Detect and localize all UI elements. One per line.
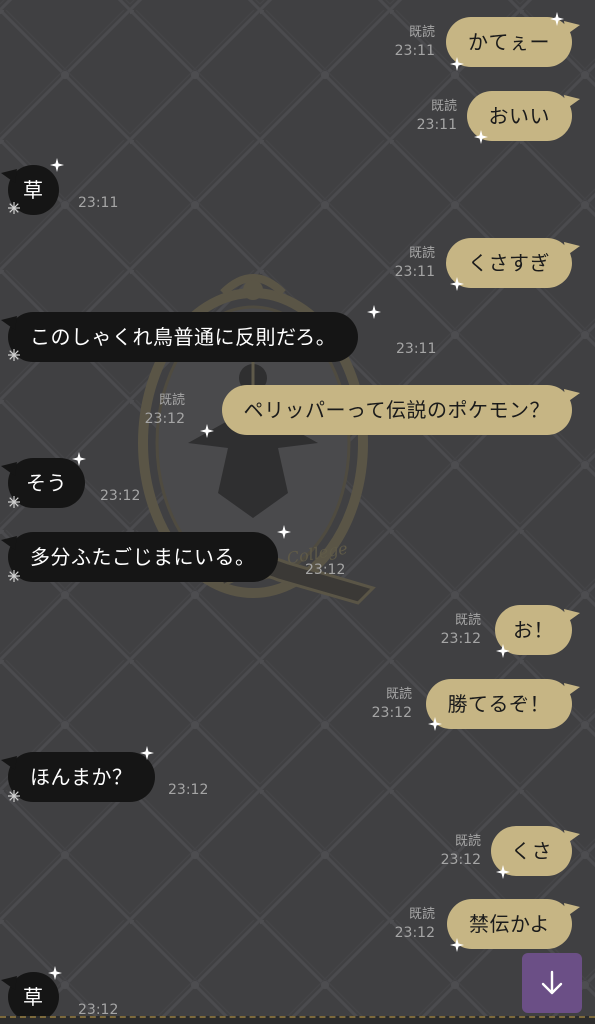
read-receipt: 既読 [454,613,481,628]
message-text: ペリッパーって伝説のポケモン？ [243,398,550,422]
sparkle-icon [450,938,464,952]
bubble-tail [564,830,580,844]
sparkle-icon [450,57,464,71]
bottom-decoration [0,1016,595,1024]
message-meta: 既読 23:12 [145,392,185,428]
bubble-tail [1,976,17,990]
message-text: くさすぎ [468,251,550,275]
snowflake-icon [8,202,20,214]
message-time: 23:12 [305,562,346,578]
sparkle-icon [50,158,64,172]
bubble-tail [564,21,580,35]
incoming-message[interactable]: このしゃくれ鳥普通に反則だろ。 [1,312,359,362]
message-time: 23:11 [394,264,435,280]
message-time: 23:11 [394,43,435,59]
sparkle-icon [450,277,464,291]
message-text: 草 [23,985,44,1009]
message-time: 23:11 [78,195,119,211]
message-time: 23:12 [371,705,412,721]
message-time: 23:12 [394,925,435,941]
message-text: 多分ふたごじまにいる。 [30,545,256,569]
read-receipt: 既読 [408,246,435,261]
sparkle-icon [277,525,291,539]
sparkle-icon [48,966,62,980]
message-text: ほんまか？ [30,765,133,789]
sparkle-icon [496,865,510,879]
message-meta: 既読 23:11 [395,24,435,60]
message-text: 草 [23,178,44,202]
read-receipt: 既読 [454,834,481,849]
message-text: おいい [488,104,550,128]
message-time: 23:12 [144,411,185,427]
message-time: 23:12 [100,488,141,504]
snowflake-icon [8,349,20,361]
message-time: 23:11 [416,117,457,133]
bubble-tail [564,389,580,403]
sparkle-icon [496,644,510,658]
bubble-tail [1,462,17,476]
sparkle-icon [140,746,154,760]
snowflake-icon [8,496,20,508]
outgoing-message[interactable]: ペリッパーって伝説のポケモン？ [221,385,580,435]
message-time: 23:12 [440,852,481,868]
message-time: 23:12 [440,631,481,647]
read-receipt: 既読 [430,99,457,114]
bubble-tail [564,903,580,917]
bubble-tail [564,683,580,697]
message-meta: 既読 23:11 [395,245,435,281]
sparkle-icon [72,452,86,466]
message-text: お！ [513,618,554,642]
message-meta: 既読 23:12 [441,833,481,869]
message-text: 勝てるぞ！ [447,692,550,716]
incoming-message[interactable]: 多分ふたごじまにいる。 [1,532,278,582]
bubble-tail [1,536,17,550]
bubble-tail [1,756,17,770]
outgoing-message[interactable]: 禁伝かよ [447,899,580,949]
sparkle-icon [367,305,381,319]
message-text: そう [26,471,67,495]
message-text: このしゃくれ鳥普通に反則だろ。 [30,325,337,349]
sparkle-icon [428,717,442,731]
message-meta: 既読 23:12 [395,906,435,942]
snowflake-icon [8,790,20,802]
bubble-tail [564,95,580,109]
outgoing-message[interactable]: くさすぎ [446,238,580,288]
read-receipt: 既読 [158,393,185,408]
message-text: 禁伝かよ [469,912,550,936]
sparkle-icon [200,424,214,438]
sparkle-icon [474,130,488,144]
bubble-tail [1,316,17,330]
message-text: くさ [511,839,552,863]
read-receipt: 既読 [385,687,412,702]
arrow-down-icon [541,970,563,995]
message-meta: 既読 23:11 [417,98,457,134]
read-receipt: 既読 [408,25,435,40]
scroll-to-bottom-button[interactable] [522,953,582,1013]
snowflake-icon [8,570,20,582]
message-time: 23:11 [396,341,437,357]
read-receipt: 既読 [408,907,435,922]
message-meta: 既読 23:12 [372,686,412,722]
bubble-tail [564,242,580,256]
bubble-tail [564,609,580,623]
incoming-message[interactable]: ほんまか？ [1,752,155,802]
sparkle-icon [550,12,564,26]
outgoing-message[interactable]: 勝てるぞ！ [425,679,580,729]
chat-screen: College 既読 23:11 かてぇー 既読 23:11 おいい 草 23:… [0,0,595,1024]
message-time: 23:12 [168,782,209,798]
message-text: かてぇー [468,30,550,54]
message-meta: 既読 23:12 [441,612,481,648]
bubble-tail [1,169,17,183]
